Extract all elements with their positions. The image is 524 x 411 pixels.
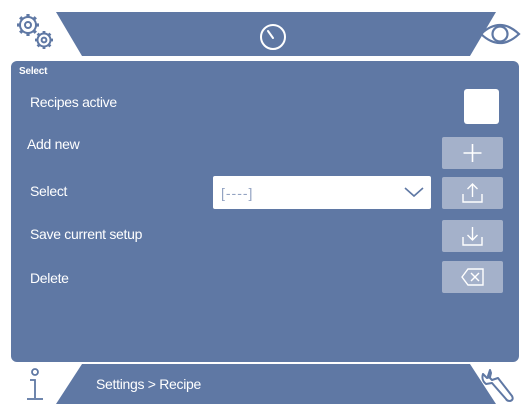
save-current-setup-button[interactable] bbox=[442, 220, 503, 252]
eye-icon[interactable] bbox=[478, 19, 522, 49]
info-icon[interactable] bbox=[22, 367, 48, 403]
recipe-select[interactable]: [----] bbox=[213, 176, 431, 209]
load-recipe-button[interactable] bbox=[442, 177, 503, 209]
recipe-select-value: [----] bbox=[221, 185, 254, 201]
save-current-setup-label: Save current setup bbox=[30, 226, 143, 242]
add-new-button[interactable] bbox=[442, 137, 503, 169]
recipes-active-checkbox[interactable] bbox=[464, 89, 499, 124]
delete-button[interactable] bbox=[442, 261, 503, 293]
plus-icon bbox=[463, 144, 482, 162]
bottom-bar-band bbox=[56, 364, 496, 404]
delete-label: Delete bbox=[30, 270, 69, 286]
gears-icon[interactable] bbox=[14, 11, 60, 53]
bottom-bar bbox=[0, 362, 524, 406]
upload-icon bbox=[462, 183, 483, 203]
backspace-delete-icon bbox=[461, 268, 484, 286]
top-bar bbox=[0, 0, 524, 58]
gauge-icon[interactable] bbox=[257, 21, 289, 53]
download-icon bbox=[462, 227, 483, 246]
panel-title: Select bbox=[19, 66, 48, 77]
add-new-label: Add new bbox=[27, 136, 80, 152]
select-label: Select bbox=[30, 183, 68, 199]
chevron-down-icon bbox=[404, 187, 424, 198]
recipes-active-label: Recipes active bbox=[30, 94, 117, 110]
wrench-icon[interactable] bbox=[480, 366, 520, 404]
breadcrumb: Settings > Recipe bbox=[96, 376, 202, 392]
